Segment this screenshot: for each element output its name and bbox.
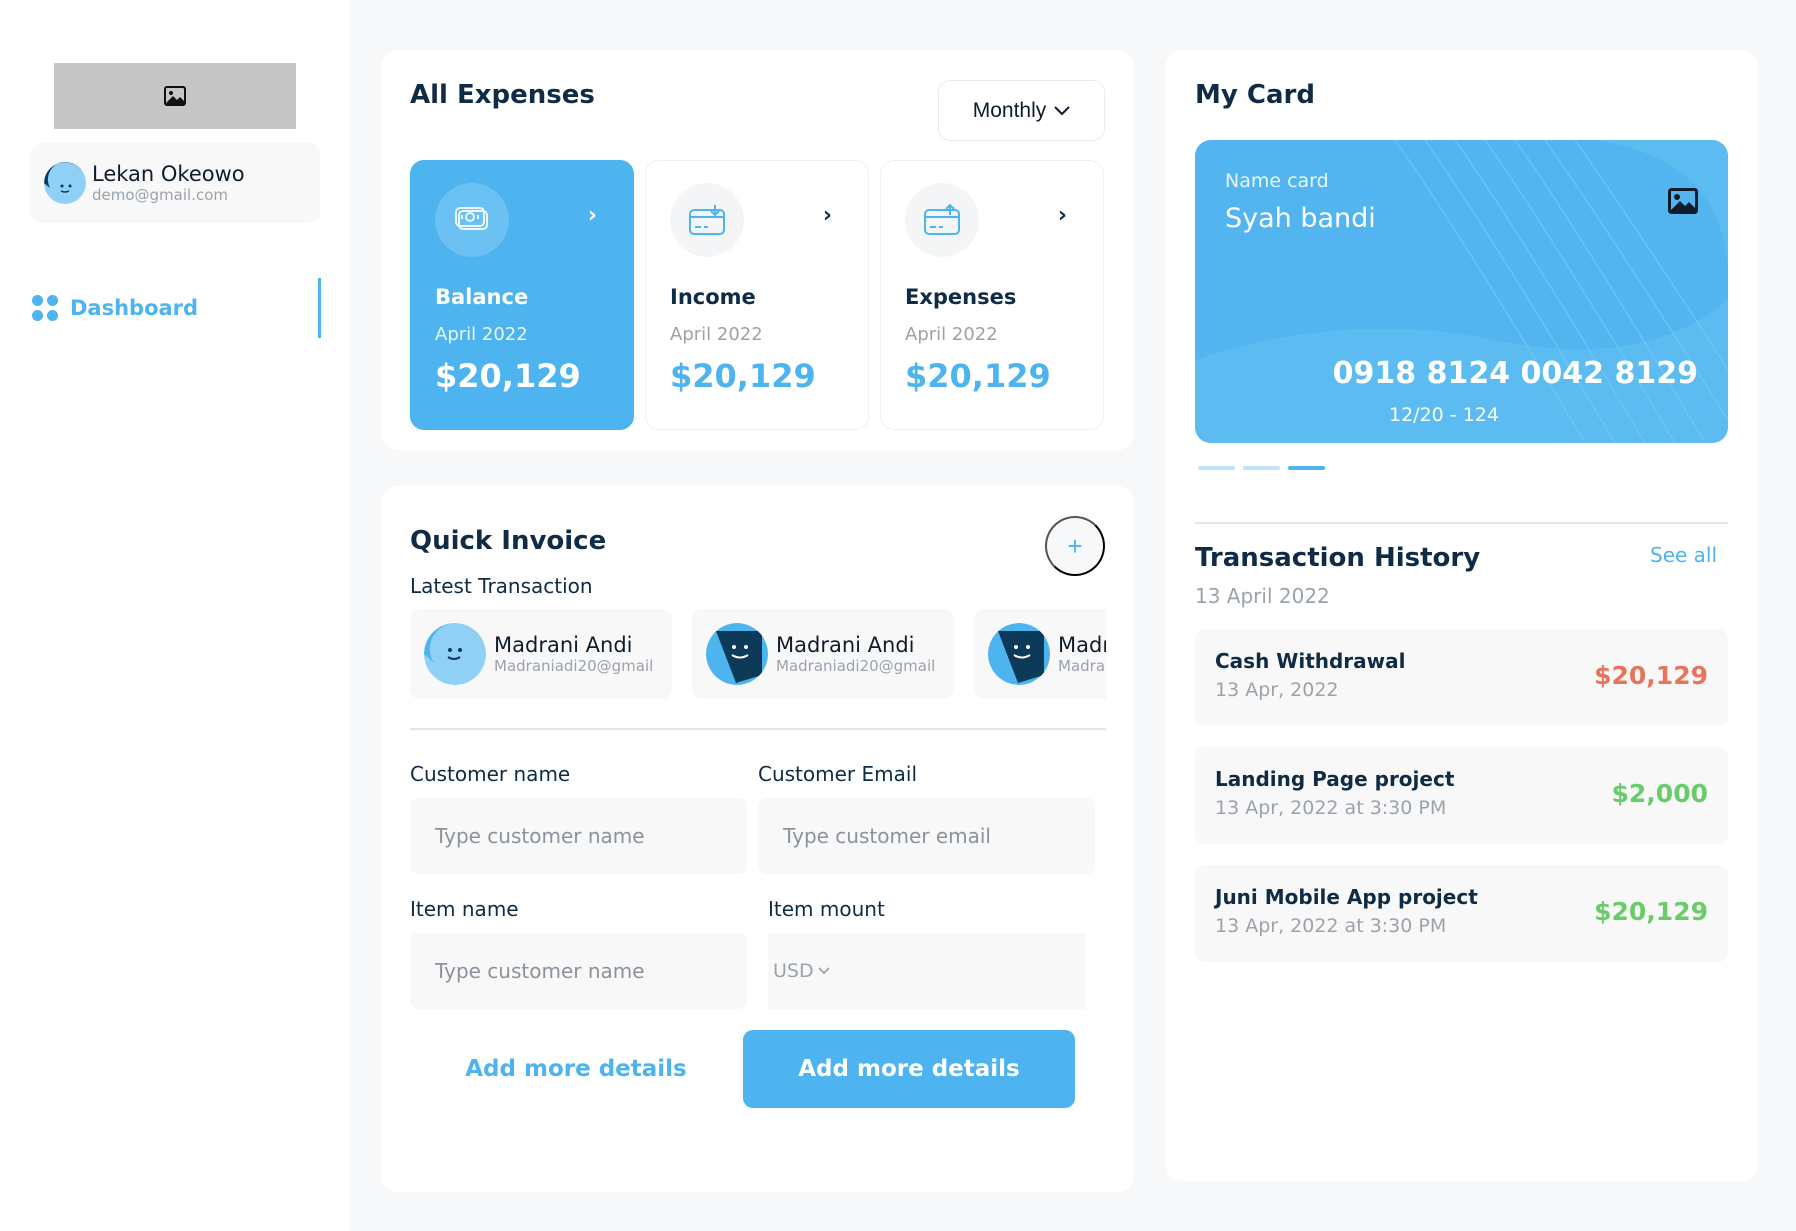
carousel-dot[interactable] (1198, 466, 1235, 470)
divider (1195, 522, 1728, 524)
transaction-date: 13 Apr, 2022 at 3:30 PM (1215, 797, 1447, 819)
see-all-link[interactable]: See all (1650, 543, 1717, 567)
income-card-icon (670, 183, 744, 257)
user-name: Lekan Okeowo (92, 162, 245, 186)
contact-name: Madrani Andi (1058, 633, 1106, 657)
avatar (706, 623, 768, 685)
plus-icon: + (1067, 530, 1083, 561)
chevron-right-icon: › (822, 203, 832, 228)
transaction-amount: $20,129 (1594, 661, 1708, 690)
currency-value: USD (773, 960, 814, 982)
expense-card-icon (905, 183, 979, 257)
user-profile[interactable]: Lekan Okeowo demo@gmail.com (30, 143, 320, 223)
card-expiry: 12/20 - 124 (1389, 404, 1499, 426)
expenses-card[interactable]: › Expenses April 2022 $20,129 (880, 160, 1104, 430)
carousel-dot[interactable] (1243, 466, 1280, 470)
latest-transaction-label: Latest Transaction (410, 574, 593, 598)
income-card[interactable]: › Income April 2022 $20,129 (645, 160, 869, 430)
card-amount: $20,129 (670, 357, 816, 395)
item-name-input[interactable] (410, 933, 747, 1009)
add-more-details-button[interactable]: Add more details (743, 1030, 1075, 1108)
add-invoice-button[interactable]: + (1045, 516, 1105, 576)
sidebar-item-dashboard[interactable]: Dashboard (32, 278, 322, 338)
contact-email: Madraniadi20@gmail (494, 657, 654, 675)
customer-email-input[interactable] (758, 798, 1095, 874)
sidebar-item-label: Dashboard (70, 296, 199, 320)
history-date: 13 April 2022 (1195, 584, 1330, 608)
wallet-icon (435, 183, 509, 257)
avatar (44, 162, 86, 204)
sidebar: Lekan Okeowo demo@gmail.com Dashboard (0, 0, 350, 1231)
avatar (988, 623, 1050, 685)
user-email: demo@gmail.com (92, 186, 229, 204)
card-period: April 2022 (435, 324, 528, 345)
period-select[interactable]: Monthly (938, 80, 1105, 141)
avatar (424, 623, 486, 685)
contacts-carousel[interactable]: Madrani Andi Madraniadi20@gmail Madrani … (410, 609, 1106, 699)
contact-item[interactable]: Madrani Andi Madraniadi20@gmail (974, 609, 1106, 699)
transaction-item[interactable]: Cash Withdrawal 13 Apr, 2022 $20,129 (1195, 629, 1728, 726)
card-label: Income (670, 285, 756, 309)
item-name-label: Item name (410, 897, 519, 921)
transaction-title: Cash Withdrawal (1215, 649, 1406, 673)
chevron-right-icon: › (1057, 203, 1067, 228)
credit-card[interactable]: Name card Syah bandi 0918 8124 0042 8129… (1195, 140, 1728, 443)
balance-card[interactable]: › Balance April 2022 $20,129 (410, 160, 634, 430)
chevron-down-icon (817, 967, 830, 975)
transaction-date: 13 Apr, 2022 (1215, 679, 1339, 701)
transaction-history-title: Transaction History (1195, 543, 1481, 573)
card-label: Balance (435, 285, 529, 309)
image-icon (1668, 188, 1698, 214)
active-indicator (318, 278, 321, 338)
add-more-details-link[interactable]: Add more details (440, 1030, 712, 1108)
customer-email-label: Customer Email (758, 762, 917, 786)
card-holder-name: Syah bandi (1225, 203, 1376, 234)
panel-title: My Card (1195, 80, 1315, 110)
image-icon (164, 86, 186, 106)
name-card-label: Name card (1225, 170, 1329, 192)
currency-select[interactable]: USD (768, 933, 1086, 1009)
card-number: 0918 8124 0042 8129 (1332, 356, 1698, 391)
transaction-title: Juni Mobile App project (1215, 885, 1478, 909)
carousel-indicators (1198, 466, 1325, 470)
contact-email: Madraniadi20@gmail (1058, 657, 1106, 675)
item-amount-label: Item mount (768, 897, 885, 921)
customer-name-label: Customer name (410, 762, 571, 786)
carousel-dot-active[interactable] (1288, 466, 1325, 470)
contact-email: Madraniadi20@gmail (776, 657, 936, 675)
customer-name-input[interactable] (410, 798, 747, 874)
contact-name: Madrani Andi (494, 633, 633, 657)
card-period: April 2022 (905, 324, 998, 345)
contact-item[interactable]: Madrani Andi Madraniadi20@gmail (692, 609, 954, 699)
contact-name: Madrani Andi (776, 633, 915, 657)
card-label: Expenses (905, 285, 1017, 309)
chevron-down-icon (1054, 105, 1070, 115)
contact-item[interactable]: Madrani Andi Madraniadi20@gmail (410, 609, 672, 699)
card-period: April 2022 (670, 324, 763, 345)
transaction-item[interactable]: Juni Mobile App project 13 Apr, 2022 at … (1195, 865, 1728, 962)
card-amount: $20,129 (435, 357, 581, 395)
dashboard-icon (32, 295, 58, 321)
transaction-amount: $2,000 (1611, 779, 1708, 808)
panel-title: All Expenses (410, 80, 595, 110)
divider (410, 728, 1106, 730)
transaction-amount: $20,129 (1594, 897, 1708, 926)
card-amount: $20,129 (905, 357, 1051, 395)
panel-title: Quick Invoice (410, 526, 607, 556)
logo-image-placeholder (54, 63, 296, 129)
transaction-title: Landing Page project (1215, 767, 1455, 791)
transaction-date: 13 Apr, 2022 at 3:30 PM (1215, 915, 1447, 937)
period-select-value: Monthly (972, 98, 1047, 122)
chevron-right-icon: › (587, 203, 597, 228)
transaction-item[interactable]: Landing Page project 13 Apr, 2022 at 3:3… (1195, 747, 1728, 844)
